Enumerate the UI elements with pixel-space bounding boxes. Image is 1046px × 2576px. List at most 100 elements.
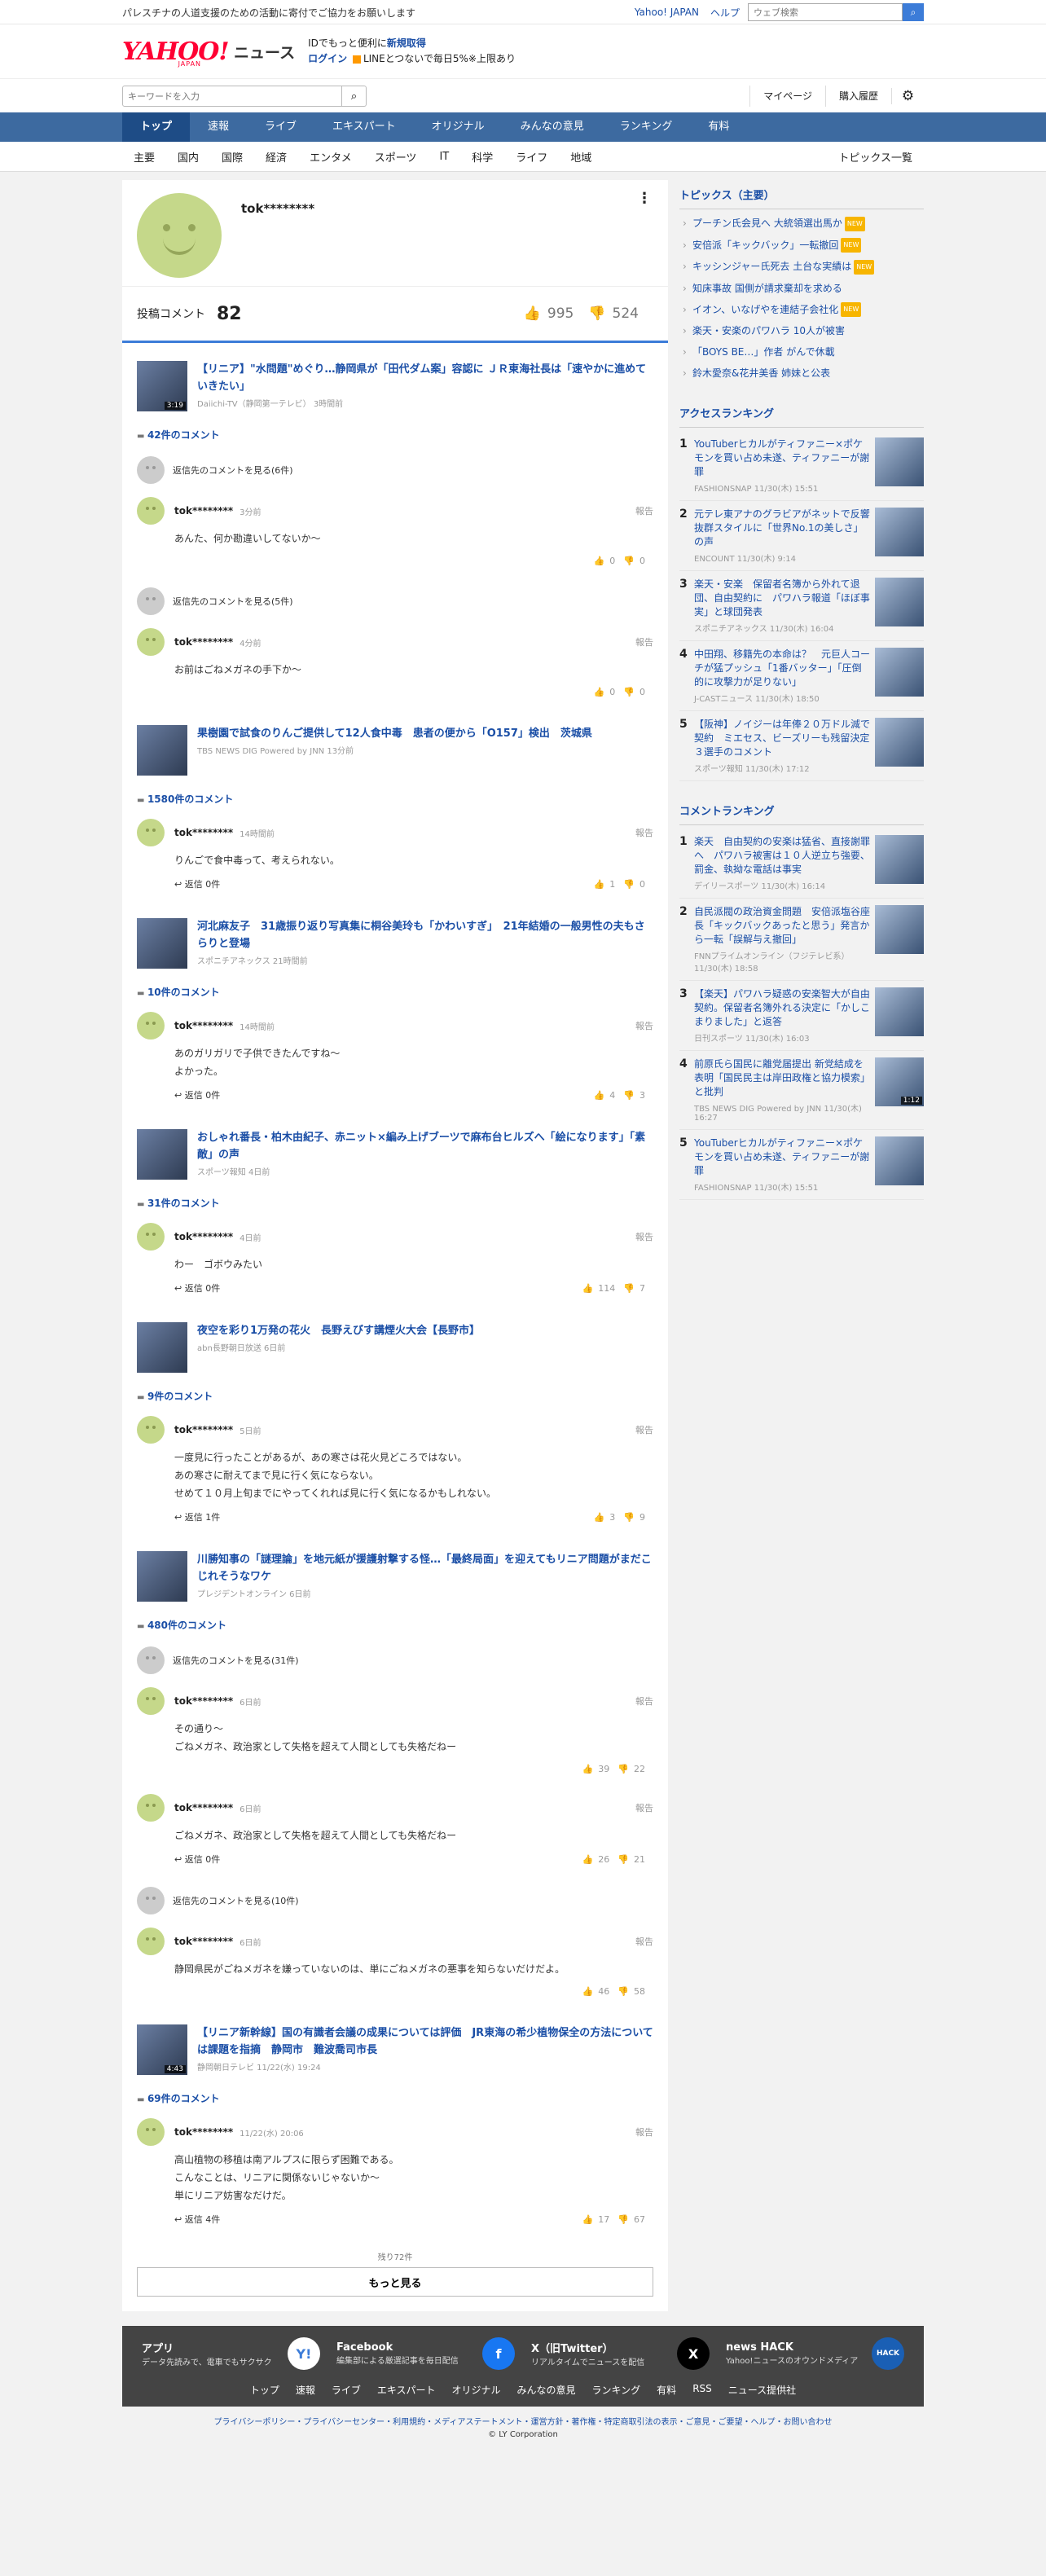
- topic-item[interactable]: 楽天・安楽のパワハラ 10人が被害: [679, 320, 924, 341]
- yahoo-app-icon[interactable]: Y!: [288, 2337, 320, 2370]
- thumbs-up-icon[interactable]: 👍: [582, 1986, 594, 1997]
- ranking-thumbnail[interactable]: [875, 578, 924, 626]
- ranking-thumbnail[interactable]: [875, 718, 924, 767]
- more-options-icon[interactable]: ⋮: [637, 190, 652, 207]
- snav-item[interactable]: ライフ: [504, 149, 559, 165]
- footer-app-title[interactable]: アプリ: [142, 2340, 283, 2355]
- donation-notice[interactable]: パレスチナの人道支援のための活動に寄付でご協力をお願いします: [122, 6, 635, 20]
- topic-item[interactable]: イオン、いなげやを連結子会社化NEW: [679, 299, 924, 321]
- ranking-title[interactable]: 中田翔、移籍先の本命は？ 元巨人コーチが猛プッシュ「1番バッター」「圧倒的に攻撃…: [694, 648, 870, 689]
- topic-item[interactable]: 「BOYS BE…」作者 がんで休載: [679, 341, 924, 363]
- report-link[interactable]: 報告: [635, 1935, 653, 1948]
- footer-nav-item[interactable]: ライブ: [323, 2383, 369, 2397]
- snav-item[interactable]: 経済: [254, 149, 298, 165]
- thumbs-down-icon[interactable]: 👎: [623, 1512, 635, 1523]
- snav-item[interactable]: エンタメ: [298, 149, 363, 165]
- parent-comment-text[interactable]: 返信先のコメントを見る(10件): [173, 1894, 299, 1907]
- comment-author[interactable]: tok********: [174, 827, 233, 838]
- article-thumbnail[interactable]: [137, 725, 187, 776]
- snav-item[interactable]: 国内: [166, 149, 210, 165]
- parent-comment-text[interactable]: 返信先のコメントを見る(6件): [173, 464, 293, 477]
- footer-app-1[interactable]: Facebook 編集部による厳選記事を毎日配信 f: [328, 2337, 523, 2370]
- comment-author[interactable]: tok********: [174, 1020, 233, 1031]
- footer-nav-item[interactable]: みんなの意見: [509, 2383, 584, 2397]
- ranking-item[interactable]: 5 YouTuberヒカルがティファニー×ポケモンを買い占め未遂、ティファニーが謝…: [679, 1130, 924, 1200]
- thumbs-down-icon[interactable]: 👎: [623, 687, 635, 697]
- article-thumbnail[interactable]: 4:43: [137, 2024, 187, 2075]
- report-link[interactable]: 報告: [635, 1801, 653, 1814]
- thumbs-down-icon[interactable]: 👎: [617, 1854, 629, 1865]
- article-header[interactable]: おしゃれ番長・柏木由紀子、赤ニット×編み上げブーツで麻布台ヒルズへ「絵になります…: [122, 1111, 668, 1188]
- snav-item[interactable]: 科学: [460, 149, 504, 165]
- comment-count-link[interactable]: 69件のコメント: [122, 2083, 668, 2108]
- ranking-item[interactable]: 1 YouTuberヒカルがティファニー×ポケモンを買い占め未遂、ティファニーが謝…: [679, 431, 924, 501]
- reply-button[interactable]: ↩ 返信 0件: [174, 1853, 220, 1866]
- footer-nav-item[interactable]: RSS: [684, 2383, 720, 2397]
- article-thumbnail[interactable]: [137, 1322, 187, 1373]
- article-header[interactable]: 河北麻友子 31歳振り返り写真集に桐谷美玲も「かわいすぎ」 21年結婚の一般男性…: [122, 900, 668, 977]
- ranking-title[interactable]: 【阪神】ノイジーは年俸２０万ドル減で契約 ミエセス、ビーズリーも残留決定 ３選手…: [694, 718, 879, 759]
- snav-item[interactable]: 主要: [122, 149, 166, 165]
- topic-item[interactable]: 鈴木愛奈&花井美香 姉妹と公表: [679, 363, 924, 384]
- ranking-thumbnail[interactable]: [875, 648, 924, 697]
- thumbs-up-icon[interactable]: 👍: [594, 1512, 605, 1523]
- web-search-button[interactable]: ⌕: [903, 3, 924, 21]
- thumbs-down-icon[interactable]: 👎: [617, 1986, 629, 1997]
- keyword-input[interactable]: [122, 86, 342, 107]
- gnav-item[interactable]: オリジナル: [414, 112, 503, 142]
- line-promo-text[interactable]: LINEとつないで毎日5%: [363, 53, 468, 64]
- thumbs-down-icon[interactable]: 👎: [617, 1764, 629, 1774]
- ranking-item[interactable]: 4 中田翔、移籍先の本命は？ 元巨人コーチが猛プッシュ「1番バッター」「圧倒的に攻…: [679, 641, 924, 711]
- gnav-item[interactable]: 速報: [190, 112, 247, 142]
- article-header[interactable]: 4:43 【リニア新幹線】国の有識者会議の成果については評価 JR東海の希少植物保…: [122, 2007, 668, 2083]
- parent-comment-link[interactable]: 返信先のコメントを見る(31件): [122, 1635, 668, 1677]
- reply-button[interactable]: ↩ 返信 0件: [174, 1281, 220, 1295]
- mypage-link[interactable]: マイページ: [749, 86, 825, 107]
- footer-app-title[interactable]: Facebook: [336, 2341, 477, 2354]
- footer-nav-item[interactable]: オリジナル: [444, 2383, 509, 2397]
- ranking-thumbnail[interactable]: [875, 987, 924, 1036]
- article-header[interactable]: 川勝知事の「謎理論」を地元紙が援護射撃する怪…「最終局面」を迎えてもリニア問題が…: [122, 1533, 668, 1610]
- ranking-title[interactable]: 【楽天】パワハラ疑惑の安楽智大が自由契約。保留者名簿外れる決定に「かしこまりまし…: [694, 987, 870, 1029]
- thumbs-up-icon[interactable]: 👍: [594, 556, 605, 566]
- ranking-item[interactable]: 1 楽天 自由契約の安楽は猛省、直接謝罪へ パワハラ被害は１０人逆立ち強要、罰金、…: [679, 829, 924, 899]
- article-title[interactable]: 果樹園で試食のりんご提供して12人食中毒 患者の便から「O157」検出 茨城県: [197, 725, 592, 742]
- article-thumbnail[interactable]: 3:19: [137, 361, 187, 411]
- comment-author[interactable]: tok********: [174, 2126, 233, 2138]
- ranking-thumbnail[interactable]: [875, 508, 924, 556]
- snav-item[interactable]: IT: [428, 151, 460, 163]
- ranking-title[interactable]: 楽天 自由契約の安楽は猛省、直接謝罪へ パワハラ被害は１０人逆立ち強要、罰金、執…: [694, 835, 870, 877]
- report-link[interactable]: 報告: [635, 1230, 653, 1243]
- snav-item[interactable]: 国際: [210, 149, 254, 165]
- footer-nav-item[interactable]: ニュース提供社: [720, 2383, 804, 2397]
- x-icon[interactable]: X: [677, 2337, 710, 2370]
- footer-app-2[interactable]: X（旧Twitter） リアルタイムでニュースを配信 X: [523, 2337, 718, 2370]
- article-thumbnail[interactable]: [137, 1551, 187, 1602]
- yahoo-news-logo[interactable]: YAHOO! JAPAN ニュース: [122, 37, 295, 68]
- thumbs-down-icon[interactable]: 👎: [623, 1283, 635, 1294]
- article-title[interactable]: 【リニア新幹線】国の有識者会議の成果については評価 JR東海の希少植物保全の方法…: [197, 2024, 653, 2059]
- keyword-search-button[interactable]: ⌕: [342, 86, 367, 107]
- help-link[interactable]: ヘルプ: [710, 6, 740, 20]
- parent-comment-link[interactable]: 返信先のコメントを見る(10件): [122, 1875, 668, 1918]
- facebook-icon[interactable]: f: [482, 2337, 515, 2370]
- login-link[interactable]: ログイン: [308, 53, 347, 64]
- ranking-item[interactable]: 2 元テレ東アナのグラビアがネットで反響 抜群スタイルに「世界No.1の美しさ」の…: [679, 501, 924, 571]
- topic-item[interactable]: 知床事故 国側が請求棄却を求める: [679, 278, 924, 299]
- thumbs-down-icon[interactable]: 👎: [617, 2214, 629, 2225]
- article-title[interactable]: 【リニア】"水問題"めぐり…静岡県が「田代ダム案」容認に ＪＲ東海社長は「速やか…: [197, 361, 653, 395]
- article-title[interactable]: おしゃれ番長・柏木由紀子、赤ニット×編み上げブーツで麻布台ヒルズへ「絵になります…: [197, 1129, 653, 1163]
- register-link[interactable]: 新規取得: [387, 37, 426, 49]
- footer-nav-item[interactable]: エキスパート: [369, 2383, 444, 2397]
- reply-button[interactable]: ↩ 返信 4件: [174, 2213, 220, 2226]
- ranking-item[interactable]: 3 楽天・安楽 保留者名簿から外れて退団、自由契約に パワハラ報道「ほぼ事実」と球…: [679, 571, 924, 641]
- article-header[interactable]: 夜空を彩り1万発の花火 長野えびす講煙火大会【長野市】 abn長野朝日放送 6日前: [122, 1304, 668, 1381]
- news-hack-icon[interactable]: HACK: [872, 2337, 904, 2370]
- comment-count-link[interactable]: 1580件のコメント: [122, 784, 668, 809]
- article-title[interactable]: 夜空を彩り1万発の花火 長野えびす講煙火大会【長野市】: [197, 1322, 480, 1339]
- thumbs-up-icon[interactable]: 👍: [582, 2214, 594, 2225]
- ranking-title[interactable]: 前原氏ら国民に離党届提出 新党結成を表明「国民民主は岸田政権と協力模索」と批判: [694, 1057, 870, 1099]
- footer-app-3[interactable]: news HACK Yahoo!ニュースのオウンドメディア HACK: [718, 2337, 912, 2370]
- ranking-thumbnail[interactable]: [875, 1136, 924, 1185]
- web-search-input[interactable]: [748, 3, 903, 21]
